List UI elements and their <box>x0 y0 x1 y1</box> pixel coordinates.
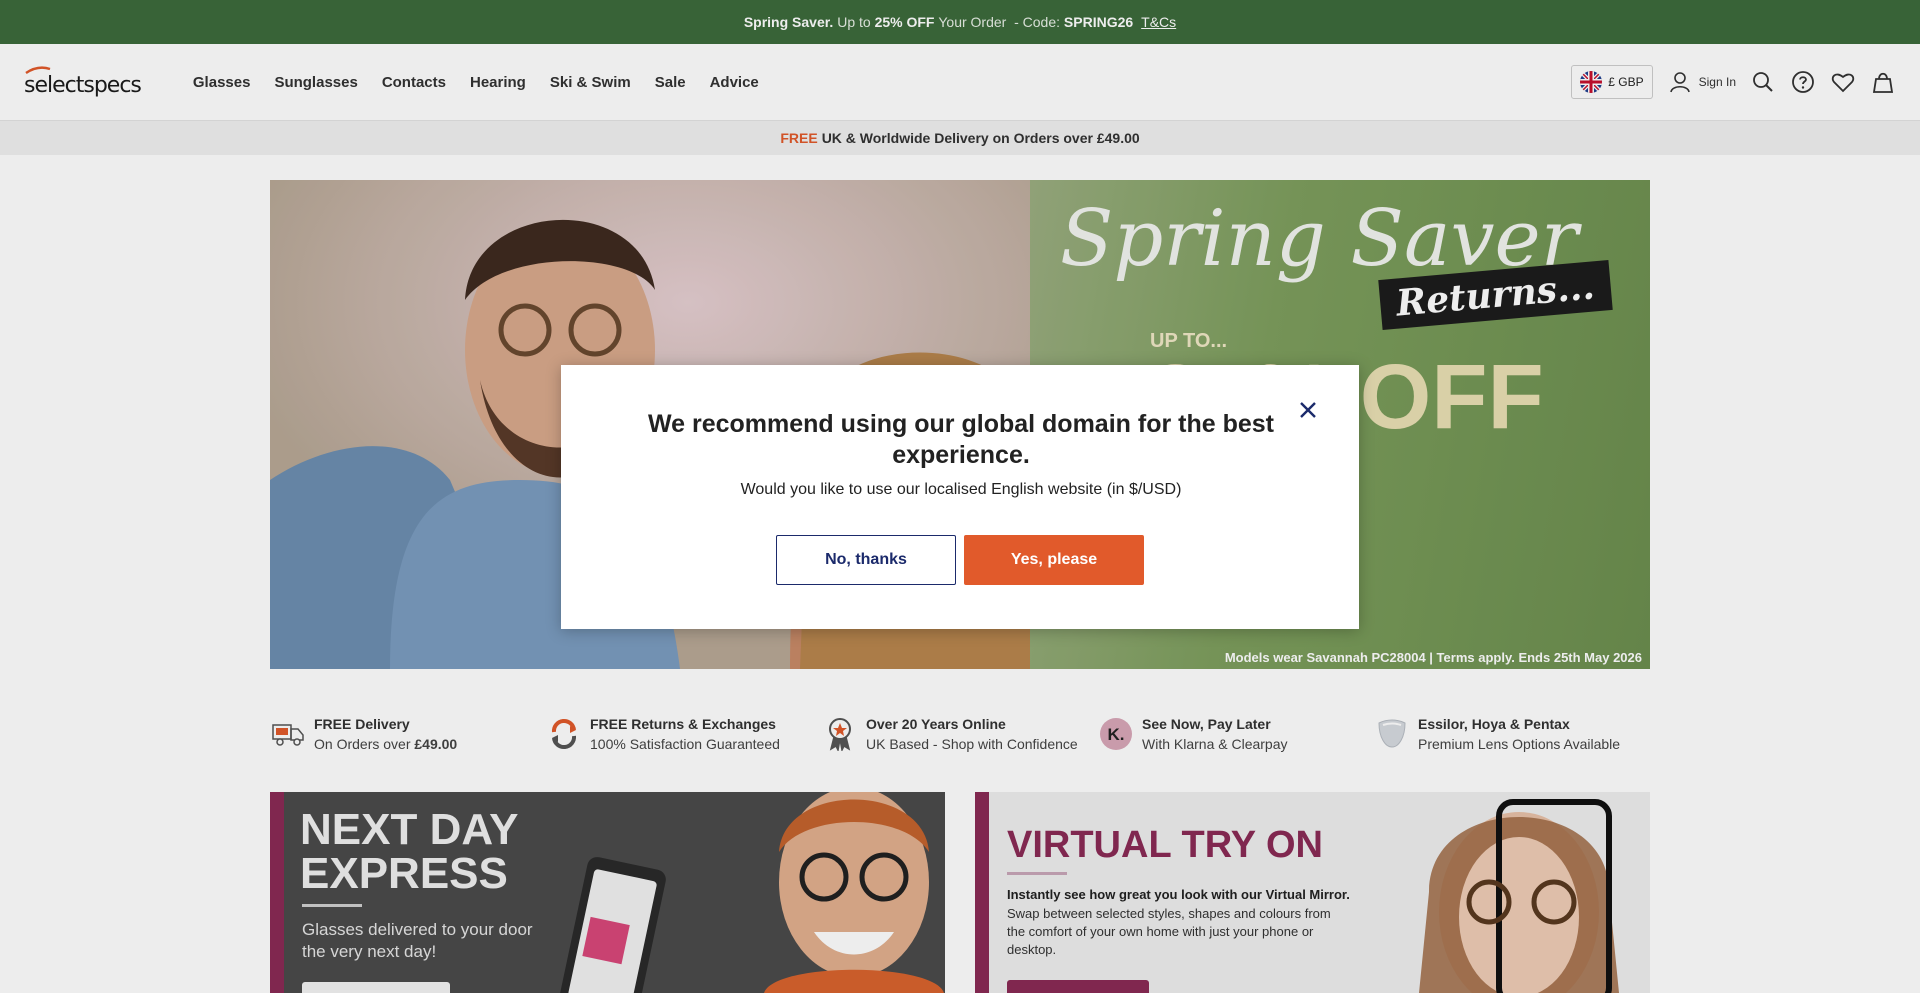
close-icon[interactable] <box>1297 399 1319 421</box>
no-thanks-button[interactable]: No, thanks <box>776 535 956 585</box>
domain-recommendation-modal: We recommend using our global domain for… <box>561 365 1359 629</box>
modal-title: We recommend using our global domain for… <box>648 410 1274 469</box>
modal-subtitle: Would you like to use our localised Engl… <box>740 481 1182 498</box>
yes-please-button[interactable]: Yes, please <box>964 535 1144 585</box>
